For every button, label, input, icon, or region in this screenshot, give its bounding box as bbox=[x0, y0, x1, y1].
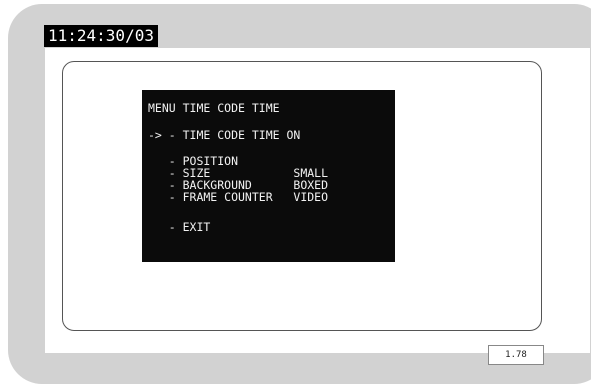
menu-item-frame-counter[interactable]: - FRAME COUNTER VIDEO bbox=[148, 191, 328, 203]
osd-menu-panel: MENU TIME CODE TIME -> - TIME CODE TIME … bbox=[142, 90, 395, 262]
menu-title: MENU TIME CODE TIME bbox=[148, 101, 280, 115]
menu-item-exit[interactable]: - EXIT bbox=[148, 221, 211, 233]
timecode-display: 11:24:30/03 bbox=[44, 25, 158, 47]
aspect-ratio-badge: 1.78 bbox=[488, 345, 544, 365]
menu-item-time-code-time[interactable]: -> - TIME CODE TIME ON bbox=[148, 129, 300, 141]
